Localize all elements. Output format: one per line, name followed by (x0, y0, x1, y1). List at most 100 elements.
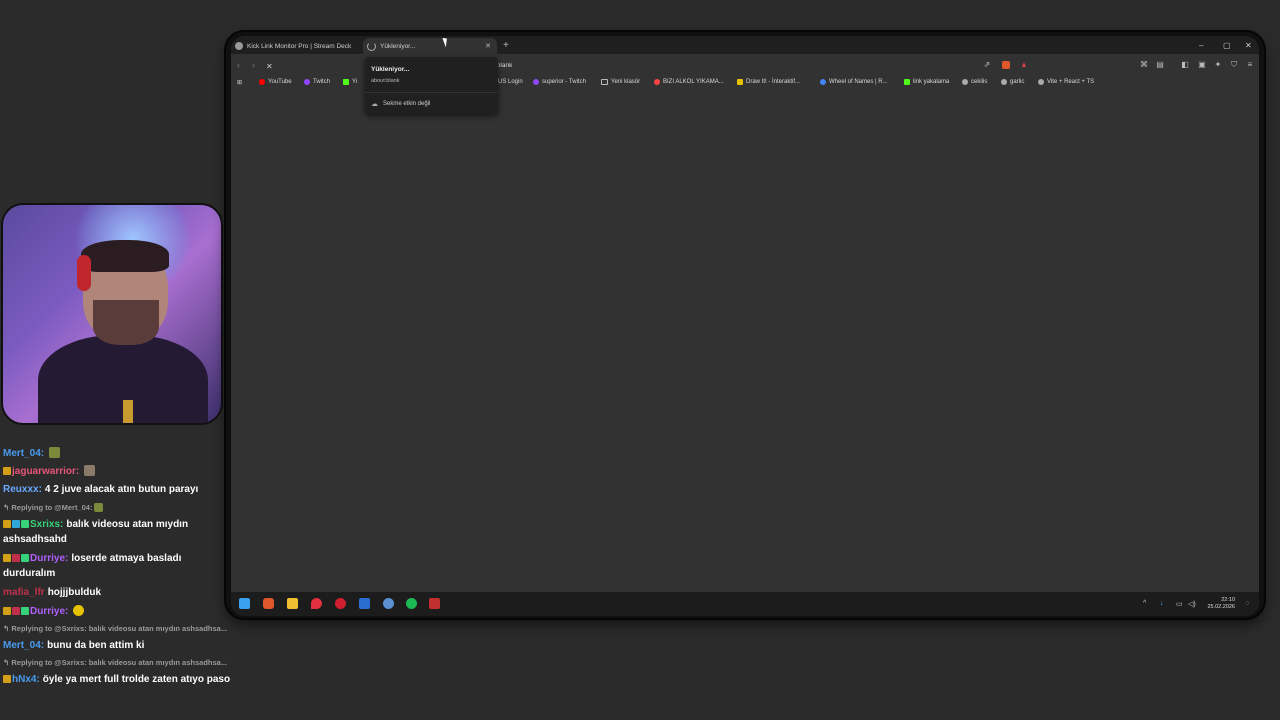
twitch-icon (533, 79, 539, 85)
menu-icon[interactable]: ≡ (1246, 61, 1254, 69)
badge-icon (3, 607, 11, 615)
chat-message-continued: durduralım (3, 568, 56, 579)
bookmark-superior-twitch[interactable]: superior - Twitch (533, 79, 586, 85)
headset-icon (77, 255, 91, 291)
memory-saver-icon: ☁ (371, 101, 378, 108)
tray-download-icon[interactable]: ↓ (1160, 600, 1164, 607)
folder-icon[interactable] (287, 598, 298, 609)
brave-rewards-icon[interactable]: ▲ (1020, 61, 1028, 69)
sidebar-icon[interactable]: ◧ (1181, 61, 1189, 69)
chat-message-continued: ashsadhsahd (3, 534, 67, 545)
steam-icon[interactable] (359, 598, 370, 609)
youtube-icon (259, 79, 265, 85)
badge-icon (3, 675, 11, 683)
bookmark-folder[interactable]: Yeni klasör (601, 79, 640, 85)
app-red-icon[interactable] (335, 598, 346, 609)
clock-time: 22:10 (1221, 597, 1235, 603)
badge-icon (21, 607, 29, 615)
stop-icon[interactable]: ✕ (266, 62, 273, 71)
maps-icon[interactable] (311, 598, 322, 609)
volume-icon[interactable]: ◁) (1188, 600, 1196, 608)
globe-icon (962, 79, 968, 85)
leo-icon[interactable]: ✦ (1214, 61, 1222, 69)
draw-icon (737, 79, 743, 85)
app-box-icon[interactable] (429, 598, 440, 609)
cam-person-beard (93, 300, 159, 345)
chat-message: jaguarwarrior: (3, 465, 96, 477)
chat-message: mafia_lfr hojjjbulduk (3, 587, 102, 598)
chat-reply: ↰ Replying to @Mert_04: (3, 503, 104, 512)
tab-loading[interactable]: Yükleniyor... ✕ (363, 38, 497, 54)
extensions-icon[interactable]: ⌘ (1140, 61, 1148, 69)
forward-icon[interactable]: › (252, 60, 255, 70)
chat-message: Mert_04: bunu da ben attim ki (3, 640, 145, 651)
taskbar-clock[interactable]: 22:10 25.02.2026 (1207, 597, 1235, 611)
bookmark-cekilis[interactable]: cekilis (962, 79, 987, 85)
minimize-icon[interactable]: – (1199, 41, 1203, 50)
spotify-icon[interactable] (406, 598, 417, 609)
emote-icon (94, 503, 104, 512)
folder-icon (601, 79, 608, 85)
tab-strip: Kick Link Monitor Pro | Stream Deck Yükl… (231, 36, 1259, 54)
bookmark-vite-react[interactable]: Vite + React + TS (1038, 79, 1094, 85)
bookmark-youtube[interactable]: YouTube (259, 79, 292, 85)
youtube-icon (654, 79, 660, 85)
bookmark-twitch[interactable]: Twitch (304, 79, 330, 85)
chat-message: Mert_04: (3, 447, 61, 459)
kick-icon (904, 79, 910, 85)
badge-icon (12, 607, 20, 615)
share-icon[interactable]: ⇗ (983, 61, 991, 69)
tab-search-icon[interactable]: ▤ (1156, 61, 1164, 69)
chat-message: hNx4: öyle ya mert full trolde zaten atıy… (3, 674, 230, 685)
bookmark-bizi-alkol[interactable]: BIZI ALKOL YIKAMA... (654, 79, 724, 85)
hover-card-status: Sekme etkin değil (383, 101, 431, 107)
globe-icon (1001, 79, 1007, 85)
wheel-icon (820, 79, 826, 85)
cam-person-hair (81, 240, 169, 272)
webcam-feed (3, 205, 221, 423)
browser-window: Kick Link Monitor Pro | Stream Deck Yükl… (231, 36, 1259, 616)
emote-icon (49, 447, 61, 458)
new-tab-icon[interactable]: + (503, 40, 509, 51)
wallet-icon[interactable]: ▣ (1198, 61, 1206, 69)
close-tab-icon[interactable]: ✕ (485, 42, 491, 50)
loading-spinner-icon (367, 41, 376, 51)
chat-reply: ↰ Replying to @Sxrixs: balık videosu ata… (3, 658, 228, 667)
chat-message: Reuxxx: 4 2 juve alacak atın butun parayı (3, 484, 199, 495)
brave-shields-icon[interactable] (1002, 61, 1010, 69)
globe-icon (1038, 79, 1044, 85)
tab-title: Yükleniyor... (380, 42, 416, 50)
kick-icon (343, 79, 349, 85)
bookmark-wheel-of-names[interactable]: Wheel of Names | R... (820, 79, 888, 85)
notifications-icon[interactable]: ◌ (1245, 600, 1249, 607)
tab-title: Kick Link Monitor Pro | Stream Deck (247, 42, 352, 50)
chat-message: Durriye: (3, 605, 85, 617)
badge-icon (12, 520, 20, 528)
vpn-icon[interactable]: ⛉ (1230, 61, 1238, 69)
globe-icon (235, 42, 243, 50)
chat-reply: ↰ Replying to @Sxrixs: balık videosu ata… (3, 624, 228, 633)
close-window-icon[interactable]: ✕ (1245, 41, 1252, 50)
brave-icon[interactable] (263, 598, 274, 609)
tab-kick-link-monitor[interactable]: Kick Link Monitor Pro | Stream Deck (235, 38, 357, 54)
back-icon[interactable]: ‹ (237, 60, 240, 70)
hover-card-url: about:blank (371, 78, 400, 84)
apps-icon[interactable]: ⊞ (237, 79, 242, 86)
app-blue-icon[interactable] (383, 598, 394, 609)
bookmark-link-yakalama[interactable]: link yakalama (904, 79, 949, 85)
taskbar: ^ ↓ ▭ ◁) 22:10 25.02.2026 ◌ (231, 592, 1259, 616)
badge-icon (3, 467, 11, 475)
tray-overflow-icon[interactable]: ^ (1143, 600, 1146, 607)
chat-message: Sxrixs: balık videosu atan mıydın (3, 519, 188, 530)
bookmark-kick[interactable]: Yi (343, 79, 357, 85)
bookmark-draw-it[interactable]: Draw It! - İnteraktif... (737, 79, 800, 85)
bookmark-garlic[interactable]: garlic (1001, 79, 1024, 85)
divider (365, 92, 498, 93)
windows-icon[interactable] (239, 598, 250, 609)
emote-icon (84, 465, 96, 476)
badge-icon (3, 520, 11, 528)
clock-date: 25.02.2026 (1207, 604, 1235, 610)
network-icon[interactable]: ▭ (1176, 600, 1183, 608)
maximize-icon[interactable]: ▢ (1223, 41, 1231, 50)
bookmark-asus-login[interactable]: SUS Login (494, 79, 523, 85)
